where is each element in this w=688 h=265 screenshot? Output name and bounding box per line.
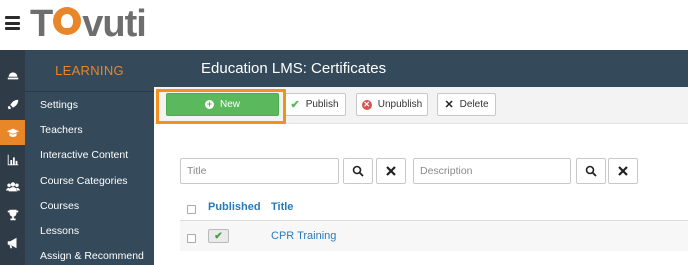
row-checkbox[interactable] xyxy=(187,234,196,243)
hamburger-menu-icon[interactable] xyxy=(5,16,20,30)
check-icon: ✔ xyxy=(290,99,300,111)
title-column-header[interactable]: Title xyxy=(271,201,293,213)
description-clear-button[interactable] xyxy=(608,158,638,184)
sidebar-item-course-categories[interactable]: Course Categories xyxy=(25,168,154,193)
megaphone-icon[interactable] xyxy=(0,230,25,255)
logo-elephant-icon xyxy=(53,7,82,35)
publish-button[interactable]: ✔ Publish xyxy=(283,93,346,116)
logo-text-end: vuti xyxy=(82,3,147,45)
sidebar-item-courses[interactable]: Courses xyxy=(25,193,154,218)
search-icon xyxy=(352,165,364,177)
close-icon: ✕ xyxy=(444,99,454,111)
page-title: Education LMS: Certificates xyxy=(201,60,387,77)
graduation-cap-icon[interactable] xyxy=(0,120,25,145)
description-search-button[interactable] xyxy=(576,158,606,184)
new-button[interactable]: + New xyxy=(166,93,279,116)
unpublish-button[interactable]: ✕ Unpublish xyxy=(356,93,428,116)
top-bar: T vuti xyxy=(0,0,688,50)
unpublish-circle-icon: ✕ xyxy=(361,99,372,110)
sidebar-item-assign-recommend[interactable]: Assign & Recommend xyxy=(25,244,154,265)
toolbar: + New ✔ Publish ✕ Unpublish ✕ Delete xyxy=(154,87,688,124)
delete-button-label: Delete xyxy=(459,99,489,110)
table-row xyxy=(180,221,688,251)
logo-text-start: T xyxy=(30,3,53,45)
publish-button-label: Publish xyxy=(305,99,339,110)
search-icon xyxy=(585,165,597,177)
icon-rail xyxy=(0,50,25,265)
bar-chart-icon[interactable] xyxy=(0,147,25,172)
sidebar-item-teachers[interactable]: Teachers xyxy=(25,117,154,142)
rocket-icon[interactable] xyxy=(0,92,25,117)
tovuti-logo[interactable]: T vuti xyxy=(30,3,147,45)
trophy-icon[interactable] xyxy=(0,202,25,227)
published-check-icon: ✔ xyxy=(214,230,223,242)
sidebar-header[interactable]: LEARNING xyxy=(25,50,154,92)
delete-button[interactable]: ✕ Delete xyxy=(437,93,496,116)
page-header: Education LMS: Certificates xyxy=(154,50,688,87)
description-filter-input[interactable] xyxy=(413,158,571,184)
unpublish-button-label: Unpublish xyxy=(377,99,423,110)
plus-circle-icon: + xyxy=(204,99,214,109)
sidebar-item-lessons[interactable]: Lessons xyxy=(25,218,154,243)
clear-icon xyxy=(386,166,396,176)
clear-icon xyxy=(618,166,628,176)
row-title-link[interactable]: CPR Training xyxy=(271,230,336,242)
sidebar-item-interactive-content[interactable]: Interactive Content xyxy=(25,143,154,168)
title-filter-input[interactable] xyxy=(180,158,339,184)
title-search-button[interactable] xyxy=(343,158,373,184)
title-clear-button[interactable] xyxy=(376,158,406,184)
published-toggle[interactable]: ✔ xyxy=(208,229,229,243)
sidebar-item-settings[interactable]: Settings xyxy=(25,92,154,117)
new-button-label: New xyxy=(219,99,240,110)
users-icon[interactable] xyxy=(0,174,25,199)
published-column-header[interactable]: Published xyxy=(208,201,261,213)
sidebar: LEARNING Settings Teachers Interactive C… xyxy=(25,50,154,265)
select-all-checkbox[interactable] xyxy=(187,205,196,214)
hard-hat-icon[interactable] xyxy=(0,62,25,87)
